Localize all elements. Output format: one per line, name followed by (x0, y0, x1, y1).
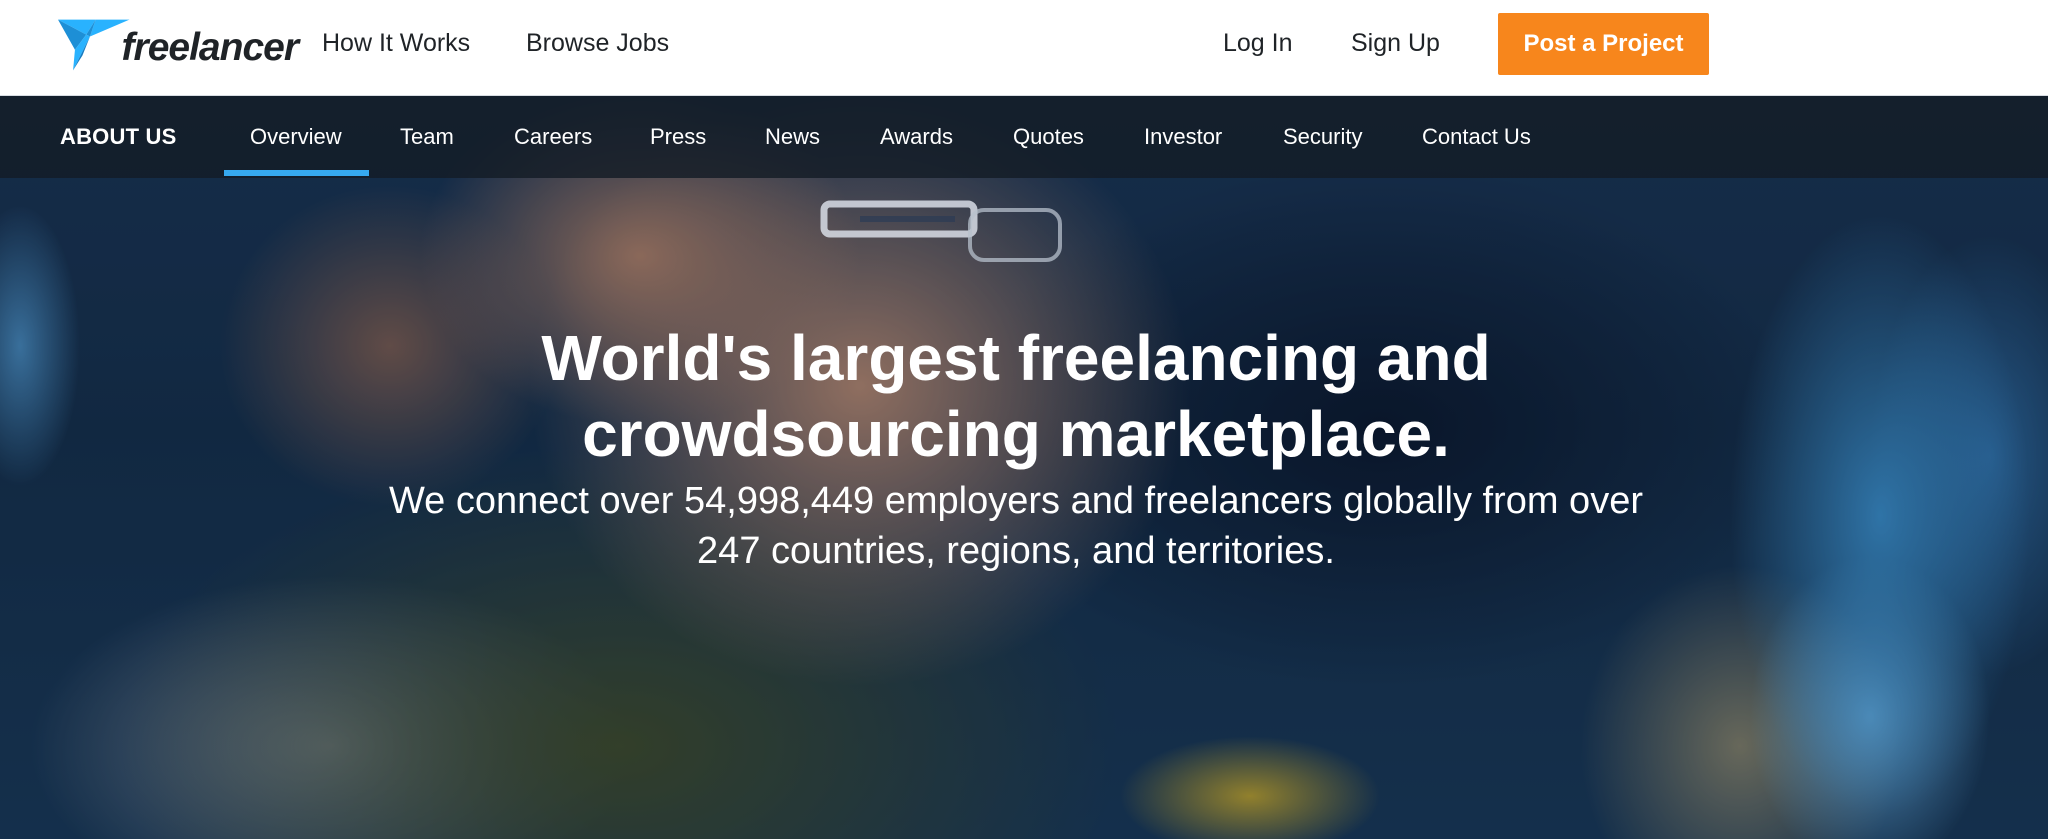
nav-how-it-works[interactable]: How It Works (322, 0, 470, 86)
bird-logo-icon (58, 19, 130, 71)
tab-investor[interactable]: Investor (1144, 96, 1222, 178)
hero-title-line-1: World's largest freelancing and (541, 322, 1491, 394)
hero-subtitle-line-2: 247 countries, regions, and territories. (697, 530, 1335, 572)
logo-wordmark: freelancer (121, 26, 299, 69)
hero-subtitle-line-1: We connect over 54,998,449 employers and… (389, 480, 1643, 522)
tab-awards[interactable]: Awards (880, 96, 953, 178)
signup-link[interactable]: Sign Up (1351, 0, 1440, 86)
tab-contact-us[interactable]: Contact Us (1422, 96, 1531, 178)
hero-subtitle: We connect over 54,998,449 employers and… (0, 476, 2032, 576)
tab-press[interactable]: Press (650, 96, 706, 178)
tab-news[interactable]: News (765, 96, 820, 178)
post-project-button[interactable]: Post a Project (1498, 13, 1709, 75)
tab-overview[interactable]: Overview (250, 96, 342, 178)
about-us-subnav: ABOUT US Overview Team Careers Press New… (0, 96, 2048, 178)
glasses-decoration (820, 200, 1062, 262)
tab-team[interactable]: Team (400, 96, 454, 178)
hero-title-line-2: crowdsourcing marketplace. (582, 398, 1450, 470)
tab-quotes[interactable]: Quotes (1013, 96, 1084, 178)
active-tab-indicator (224, 170, 369, 176)
freelancer-logo[interactable]: freelancer (58, 16, 299, 74)
tab-security[interactable]: Security (1283, 96, 1362, 178)
nav-browse-jobs[interactable]: Browse Jobs (526, 0, 669, 86)
tab-careers[interactable]: Careers (514, 96, 592, 178)
subnav-title: ABOUT US (60, 124, 177, 149)
login-link[interactable]: Log In (1223, 0, 1293, 86)
top-navigation-bar: freelancer How It Works Browse Jobs Log … (0, 0, 2048, 96)
hero-title: World's largest freelancing and crowdsou… (0, 320, 2032, 472)
